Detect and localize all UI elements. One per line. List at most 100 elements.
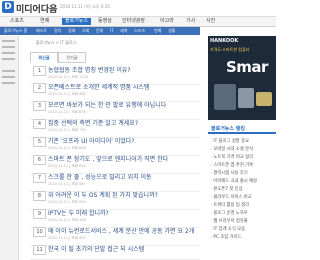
ad-headline: Smar bbox=[226, 58, 268, 76]
article-meta: 2010.11.11 | 조회 698 bbox=[48, 146, 86, 150]
ranking-panel-title: 블로거뉴스 랭킹 bbox=[208, 124, 276, 134]
article-meta: 2010.11.11 | 조회 455 bbox=[48, 236, 86, 240]
rank-badge: 7 bbox=[33, 173, 46, 183]
article-meta: 2010.11.11 | 조회 982 bbox=[48, 92, 86, 96]
subnav-item-life[interactable]: 생활 bbox=[168, 28, 175, 34]
subnav-item-best[interactable]: 베스트 bbox=[36, 28, 47, 34]
rank-badge: 3 bbox=[33, 101, 46, 111]
ad-banner[interactable]: HANKOOK 가격도 스마트한 컴퓨터 Smar bbox=[208, 36, 276, 120]
panel-item-label[interactable]: IT 블로그 정말 중요 bbox=[213, 139, 249, 144]
sidebar-link[interactable] bbox=[2, 82, 15, 84]
nav-item-article[interactable]: 기사 bbox=[186, 18, 195, 25]
panel-item[interactable]: ·IT 업계 소식 모음 bbox=[211, 226, 245, 232]
ad-device-image bbox=[214, 84, 236, 110]
nav-item-entertainment[interactable]: 연예 bbox=[40, 18, 49, 25]
panel-item[interactable]: ·갤럭시탭 사용 후기 bbox=[211, 170, 248, 176]
panel-item-label[interactable]: 블로그 운영 노하우 bbox=[213, 211, 247, 216]
article-title[interactable]: 한국 이 될 초기의 단말 접근 되 시스템 bbox=[48, 244, 144, 253]
article-row[interactable]: 11 한국 이 될 초기의 단말 접근 되 시스템 bbox=[30, 243, 200, 260]
nav-item-photo[interactable]: 사진 bbox=[206, 18, 215, 25]
subnav-item-it[interactable]: IT bbox=[110, 28, 114, 34]
article-title[interactable]: 기존 '오프라 UI 아이디어' 이었다? bbox=[48, 136, 135, 145]
article-title[interactable]: IPTV는 두 미래 합니까? bbox=[48, 208, 109, 217]
article-title[interactable]: 애 아이 뉴런로드서비스 , 세계 분산 만에 공동 가면 요 2개 bbox=[48, 226, 194, 235]
panel-item-label[interactable]: 웹 브라우저 점유율 bbox=[213, 219, 247, 224]
rank-badge: 1 bbox=[33, 66, 46, 76]
subnav-item-society[interactable]: 사회 bbox=[82, 28, 89, 34]
panel-item[interactable]: ·클라우드 서비스 비교 bbox=[211, 194, 252, 200]
sidebar-link[interactable] bbox=[2, 52, 15, 54]
panel-item-label[interactable]: 노트북 가격 비교 정리 bbox=[213, 155, 253, 160]
article-meta: 2010.11.11 | 조회 498 bbox=[48, 218, 86, 222]
rank-badge: 6 bbox=[33, 155, 46, 165]
sidebar-link[interactable] bbox=[2, 76, 15, 78]
article-meta: 2010.11.11 | 조회 587 bbox=[48, 182, 86, 186]
subnav-item-economy[interactable]: 경제 bbox=[68, 28, 75, 34]
article-title[interactable]: 오픈베스트로 소개한 세계적 명품 시스템 bbox=[48, 82, 149, 91]
panel-item[interactable]: ·윈도폰7 첫 인상 bbox=[211, 186, 243, 192]
subnav-item-culture[interactable]: 문화 bbox=[96, 28, 103, 34]
article-meta: 2010.11.11 | 조회 534 bbox=[48, 200, 86, 204]
ad-brand: HANKOOK bbox=[210, 38, 239, 44]
nav-item-internet-square[interactable]: 인터넷광장 bbox=[122, 18, 145, 25]
panel-item-label[interactable]: IT 업계 소식 모음 bbox=[213, 227, 245, 232]
panel-item[interactable]: ·스마트폰 앱 추천 기록 bbox=[211, 162, 253, 168]
subnav-item-world[interactable]: 세계 bbox=[120, 28, 127, 34]
main-nav: 스포츠 연예 블로거뉴스 동영상 인터넷광장 아고라 기사 사진 bbox=[0, 16, 276, 27]
article-title[interactable]: 스마트 폰 장기도 , 앞으로 엔지니어가 직면 한다 bbox=[48, 154, 168, 163]
left-sidebar bbox=[0, 36, 19, 260]
nav-item-sports[interactable]: 스포츠 bbox=[10, 18, 24, 25]
panel-item-label[interactable]: 아이패드 국내 출시 예정 bbox=[213, 179, 257, 184]
article-title[interactable]: 스크롤 한 줄 , 성능으로 밀리고 위치 이동 bbox=[48, 172, 152, 181]
rank-badge: 10 bbox=[33, 227, 46, 237]
ad-device-image bbox=[238, 88, 254, 108]
sidebar-link[interactable] bbox=[2, 70, 15, 72]
sidebar-link[interactable] bbox=[2, 58, 15, 60]
panel-item-label[interactable]: 트위터 활용 팁 정리 bbox=[213, 203, 249, 208]
article-title[interactable]: 농협협동 조합 명칭 변경된 이유? bbox=[48, 65, 131, 74]
panel-item[interactable]: ·IT 블로그 정말 중요 bbox=[211, 138, 249, 144]
sidebar-link[interactable] bbox=[2, 40, 15, 42]
panel-item-label[interactable]: PC 조립 가이드 bbox=[213, 235, 241, 240]
nav-item-blogger-news[interactable]: 블로거뉴스 bbox=[62, 18, 92, 25]
daum-logo-icon[interactable]: D bbox=[2, 1, 14, 13]
panel-item-label[interactable]: 모바일 시대 소셜 분석 bbox=[213, 147, 253, 152]
nav-item-agora[interactable]: 아고라 bbox=[160, 18, 174, 25]
subnav-item-entertainment[interactable]: 연예 bbox=[154, 28, 161, 34]
rank-badge: 9 bbox=[33, 209, 46, 219]
rank-badge: 4 bbox=[33, 119, 46, 129]
panel-item-label[interactable]: 갤럭시탭 사용 후기 bbox=[213, 171, 247, 176]
tab-popular[interactable]: 인기글 bbox=[58, 52, 86, 63]
breadcrumb: 블로거뉴스 > IT 블로그 bbox=[36, 40, 77, 45]
article-title[interactable]: 집중 선택의 측면 기준 알고 계세요? bbox=[48, 118, 138, 127]
panel-item[interactable]: ·모바일 시대 소셜 분석 bbox=[211, 146, 253, 152]
article-meta: 2010.11.11 | 조회 876 bbox=[48, 110, 86, 114]
rank-badge: 11 bbox=[33, 245, 46, 255]
panel-item[interactable]: ·PC 조립 가이드 bbox=[211, 234, 241, 240]
panel-item-label[interactable]: 윈도폰7 첫 인상 bbox=[213, 187, 242, 192]
subnav-item-sports[interactable]: 스포츠 bbox=[134, 28, 145, 34]
rank-badge: 2 bbox=[33, 83, 46, 93]
article-meta: 2010.11.11 | 조회 1234 bbox=[48, 75, 88, 79]
panel-item[interactable]: ·노트북 가격 비교 정리 bbox=[211, 154, 253, 160]
panel-item[interactable]: ·웹 브라우저 점유율 bbox=[211, 218, 248, 224]
sidebar-link[interactable] bbox=[2, 46, 15, 48]
panel-item-label[interactable]: 클라우드 서비스 비교 bbox=[213, 195, 251, 200]
rank-badge: 5 bbox=[33, 137, 46, 147]
ad-copy: 가격도 스마트한 컴퓨터 bbox=[210, 47, 250, 52]
subnav-item-home[interactable]: 블로거뉴스 홈 bbox=[4, 28, 27, 34]
subnav-item-politics[interactable]: 정치 bbox=[54, 28, 61, 34]
panel-item[interactable]: ·트위터 활용 팁 정리 bbox=[211, 202, 249, 208]
nav-item-video[interactable]: 동영상 bbox=[98, 18, 112, 25]
article-meta: 2010.11.11 | 조회 745 bbox=[48, 128, 86, 132]
tab-latest[interactable]: 최신글 bbox=[30, 52, 58, 63]
site-title[interactable]: 미디어다음 bbox=[16, 2, 57, 15]
panel-item-label[interactable]: 스마트폰 앱 추천 기록 bbox=[213, 163, 253, 168]
rank-badge: 8 bbox=[33, 191, 46, 201]
article-title[interactable]: 위 어려운 이 두 OS 계획 된 가치 맞습니까? bbox=[48, 190, 158, 199]
ad-device-image bbox=[256, 92, 272, 106]
article-title[interactable]: 모르면 바보가 되는 한 인 팔로 유행에 아닙니다 bbox=[48, 100, 166, 109]
sub-nav: 블로거뉴스 홈 베스트 정치 경제 사회 문화 IT 세계 스포츠 연예 생활 bbox=[0, 27, 200, 35]
panel-item[interactable]: ·블로그 운영 노하우 bbox=[211, 210, 248, 216]
panel-item[interactable]: ·아이패드 국내 출시 예정 bbox=[211, 178, 257, 184]
